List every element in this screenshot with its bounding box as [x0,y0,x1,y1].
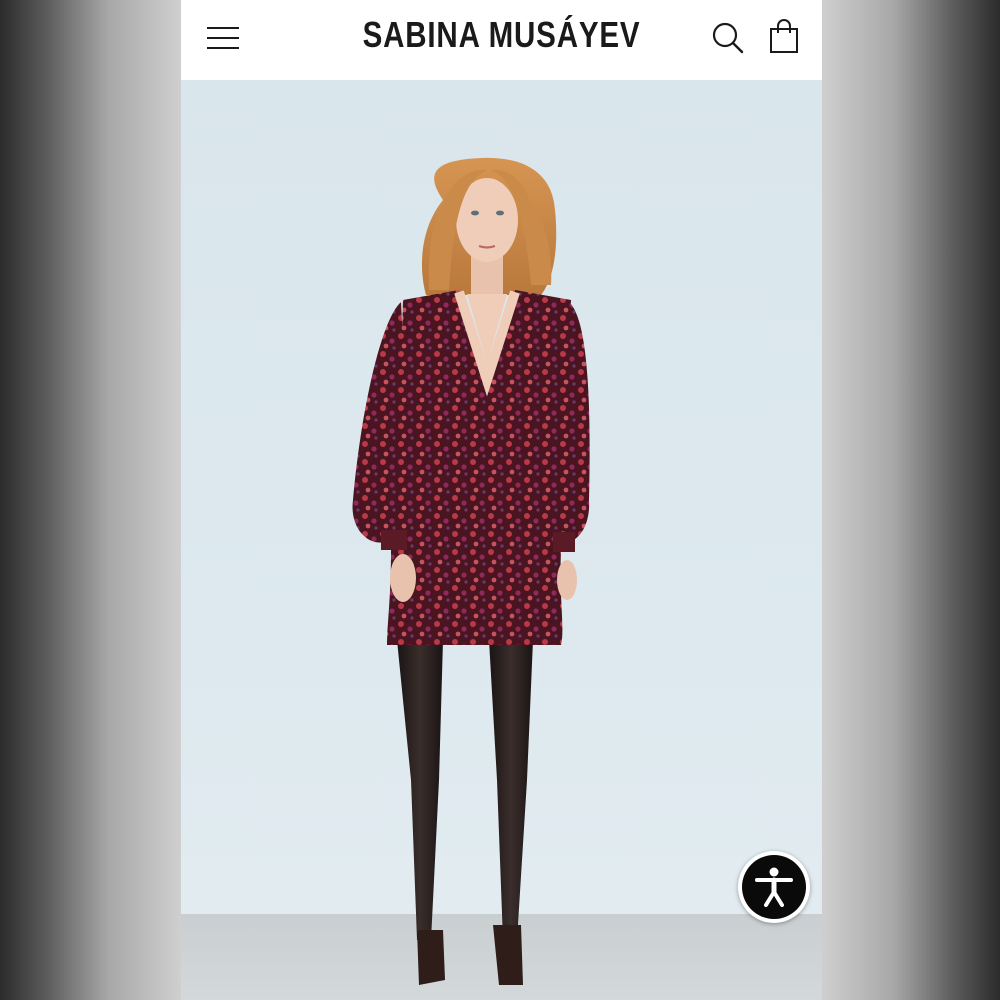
hero-product-image[interactable] [181,80,822,1000]
left-hand [390,554,416,602]
screenshot-frame: SABINA MUSÁYEV [0,0,1000,1000]
brand-logo[interactable]: SABINA MUSÁYEV [239,14,765,56]
hamburger-menu-icon[interactable] [207,26,239,50]
left-boot [417,930,445,985]
shopping-bag-icon[interactable] [768,18,800,54]
site-header: SABINA MUSÁYEV [181,0,822,80]
accessibility-person-icon [755,867,793,907]
right-hand [557,560,577,600]
blurred-side-right [822,0,1000,1000]
mobile-page: SABINA MUSÁYEV [181,0,822,1000]
blurred-side-left [0,0,181,1000]
right-boot [493,925,523,985]
accessibility-button[interactable] [738,851,810,923]
accessibility-button-face [742,855,806,919]
right-leg [489,640,533,940]
left-leg [397,640,443,940]
model-photo [352,157,590,985]
search-icon[interactable] [711,21,745,55]
